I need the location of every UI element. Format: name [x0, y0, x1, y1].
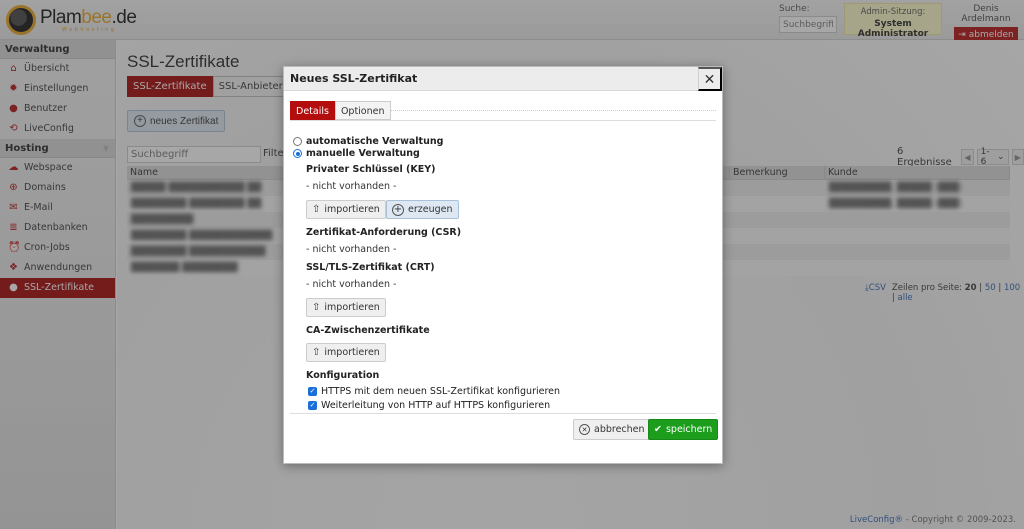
radio-label: automatische Verwaltung: [306, 136, 444, 147]
cancel-button[interactable]: ✕ abbrechen: [573, 419, 651, 440]
import-ca-label: importieren: [324, 347, 380, 358]
checkbox-http-redirect[interactable]: ✓ Weiterleitung von HTTP auf HTTPS konfi…: [308, 400, 550, 411]
import-key-label: importieren: [324, 204, 380, 215]
private-key-status: - nicht vorhanden -: [306, 181, 397, 192]
tab-details[interactable]: Details: [290, 101, 335, 120]
upload-icon: ⇧: [312, 347, 321, 358]
plus-circle-icon: +: [392, 203, 404, 216]
dialog-title: Neues SSL-Zertifikat: [290, 72, 418, 85]
csr-status: - nicht vorhanden -: [306, 244, 397, 255]
radio-button-selected[interactable]: [293, 149, 302, 158]
import-crt-button[interactable]: ⇧ importieren: [306, 298, 386, 317]
checkbox-checked[interactable]: ✓: [308, 401, 317, 410]
radio-button[interactable]: [293, 137, 302, 146]
dialog-close-button[interactable]: ✕: [698, 67, 722, 91]
dialog-tabs: Details Optionen: [290, 101, 716, 121]
generate-key-button[interactable]: + erzeugen: [386, 200, 459, 219]
checkmark-icon: ✔: [654, 424, 662, 435]
checkbox-label: Weiterleitung von HTTP auf HTTPS konfigu…: [321, 400, 551, 411]
csr-title: Zertifikat-Anforderung (CSR): [306, 227, 462, 238]
import-crt-label: importieren: [324, 302, 380, 313]
dialog-header: Neues SSL-Zertifikat ✕: [284, 67, 722, 91]
cancel-circle-icon: ✕: [579, 424, 590, 435]
crt-status: - nicht vorhanden -: [306, 279, 397, 290]
import-ca-button[interactable]: ⇧ importieren: [306, 343, 386, 362]
generate-key-label: erzeugen: [408, 204, 453, 215]
dialog-footer-divider: [290, 413, 716, 414]
upload-icon: ⇧: [312, 204, 321, 215]
upload-icon: ⇧: [312, 302, 321, 313]
close-icon: ✕: [703, 70, 716, 87]
checkbox-checked[interactable]: ✓: [308, 387, 317, 396]
radio-label: manuelle Verwaltung: [306, 148, 420, 159]
import-key-button[interactable]: ⇧ importieren: [306, 200, 386, 219]
save-label: speichern: [665, 424, 713, 435]
checkbox-configure-https[interactable]: ✓ HTTPS mit dem neuen SSL-Zertifikat kon…: [308, 386, 560, 397]
ca-title: CA-Zwischenzertifikate: [306, 325, 430, 336]
crt-title: SSL/TLS-Zertifikat (CRT): [306, 262, 435, 273]
config-title: Konfiguration: [306, 370, 380, 381]
radio-automatic-management[interactable]: automatische Verwaltung: [293, 136, 443, 147]
tab-optionen[interactable]: Optionen: [334, 101, 391, 120]
checkbox-label: HTTPS mit dem neuen SSL-Zertifikat konfi…: [321, 386, 561, 397]
private-key-title: Privater Schlüssel (KEY): [306, 164, 436, 175]
radio-manual-management[interactable]: manuelle Verwaltung: [293, 148, 420, 159]
save-button[interactable]: ✔ speichern: [648, 419, 719, 440]
cancel-label: abbrechen: [594, 424, 645, 435]
new-ssl-certificate-dialog: Neues SSL-Zertifikat ✕ Details Optionen …: [283, 66, 723, 464]
